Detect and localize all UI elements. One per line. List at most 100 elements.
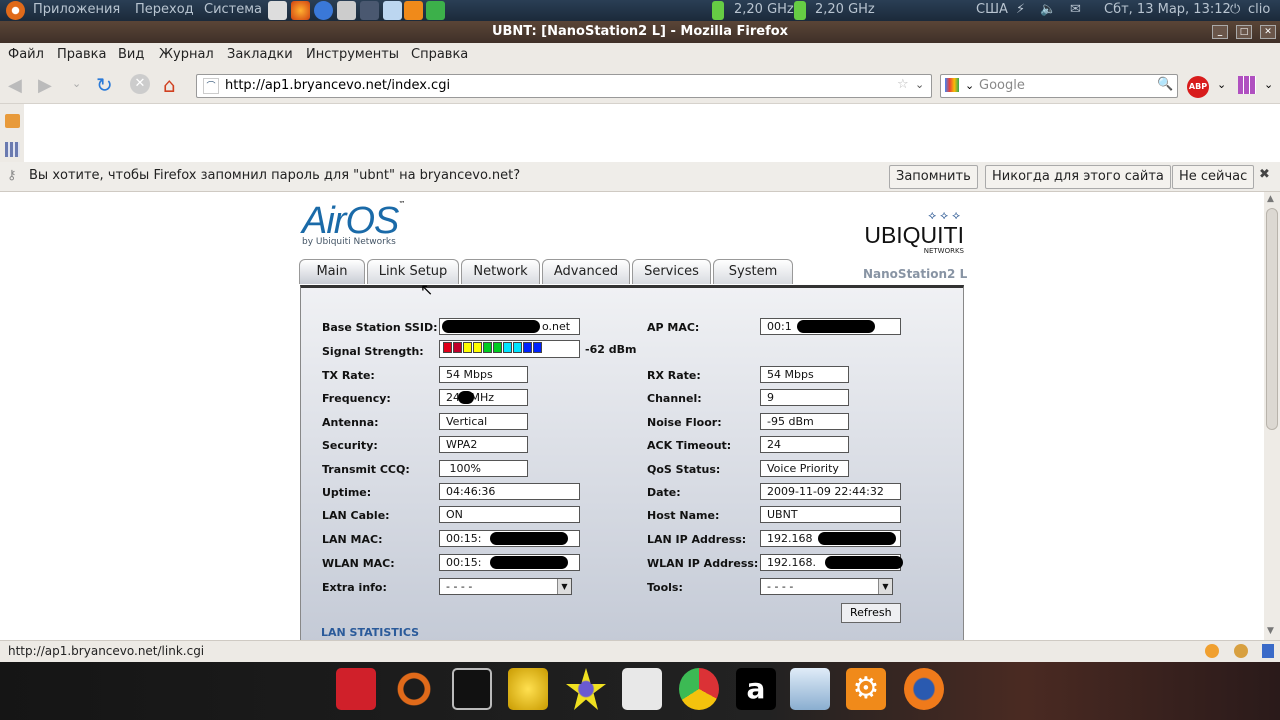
folder-icon[interactable] <box>5 114 20 128</box>
notification-text: Вы хотите, чтобы Firefox запомнил пароль… <box>29 168 521 183</box>
genie-lamp-icon[interactable] <box>508 668 548 710</box>
ubuntu-logo-icon[interactable] <box>6 1 25 20</box>
firefox-icon[interactable] <box>904 668 944 710</box>
speed-dial-dropdown-icon[interactable]: ⌄ <box>1264 78 1273 91</box>
redaction-mark <box>818 532 896 545</box>
greasemonkey-icon[interactable] <box>1234 644 1248 658</box>
network-icon[interactable]: ⚡ <box>1016 2 1025 17</box>
bookmark-star-icon[interactable]: ☆ <box>897 77 909 92</box>
back-icon[interactable]: ◀ <box>8 75 22 96</box>
gear-icon[interactable]: ⚙ <box>846 668 886 710</box>
maximize-button[interactable]: □ <box>1236 25 1252 39</box>
status-panel: Base Station SSID: o.net Signal Strength: T… <box>300 285 964 640</box>
history-dropdown-icon[interactable]: ⌄ <box>72 77 81 90</box>
vpn-icon[interactable] <box>360 1 379 20</box>
menu-view[interactable]: Вид <box>118 47 144 62</box>
remember-button[interactable]: Запомнить <box>889 165 978 189</box>
adblock-dropdown-icon[interactable]: ⌄ <box>1217 78 1226 91</box>
mail-icon[interactable]: ✉ <box>1070 2 1081 17</box>
speed-dial-icon[interactable] <box>1238 76 1256 94</box>
minimize-button[interactable]: _ <box>1212 25 1228 39</box>
scroll-down-icon[interactable]: ▼ <box>1267 626 1274 636</box>
grid-icon[interactable] <box>5 142 20 157</box>
left-field-label: Antenna: <box>322 416 379 429</box>
virtualbox-icon[interactable] <box>383 1 402 20</box>
help-icon[interactable] <box>314 1 333 20</box>
navigation-toolbar: ◀ ▶ ⌄ ↻ ✕ ⌂ ⌒ http://ap1.bryancevo.net/i… <box>0 68 1280 104</box>
volume-icon[interactable]: 🔈 <box>1040 2 1056 17</box>
status-bar: http://ap1.bryancevo.net/link.cgi <box>0 640 1280 662</box>
left-field-value: 54 Mbps <box>439 366 528 383</box>
search-box[interactable]: ⌄ Google 🔍 <box>940 74 1178 98</box>
menu-tools[interactable]: Инструменты <box>306 47 399 62</box>
menu-system[interactable]: Система <box>204 2 262 17</box>
search-input[interactable]: Google <box>979 78 1025 93</box>
field-value-text: 2009-11-09 22:44:32 <box>767 485 884 498</box>
right-field-value: 00:1 <box>760 318 901 335</box>
keyboard-layout[interactable]: США <box>976 2 1008 17</box>
right-dropdown[interactable]: - - - - ▼ <box>760 578 893 595</box>
menu-places[interactable]: Переход <box>135 2 194 17</box>
tab-system[interactable]: System <box>713 259 793 284</box>
menu-history[interactable]: Журнал <box>159 47 214 62</box>
virtualbox-icon[interactable] <box>790 668 830 710</box>
tab-advanced[interactable]: Advanced <box>542 259 630 284</box>
user-name[interactable]: clio <box>1248 2 1270 17</box>
menu-bar: Файл Правка Вид Журнал Закладки Инструме… <box>0 43 1280 68</box>
search-icon[interactable]: 🔍 <box>1157 77 1173 92</box>
field-value-text: Vertical <box>446 415 488 428</box>
right-field-label: Channel: <box>647 392 702 405</box>
chrome-icon[interactable] <box>679 668 719 710</box>
ubuntu-icon[interactable] <box>394 668 434 710</box>
shutdown-icon[interactable] <box>336 668 376 710</box>
addon-icon[interactable] <box>1205 644 1219 658</box>
chevron-down-icon[interactable]: ▼ <box>557 579 571 594</box>
gear-icon[interactable] <box>404 1 423 20</box>
url-text[interactable]: http://ap1.bryancevo.net/index.cgi <box>225 78 450 93</box>
amarok-icon[interactable]: a <box>736 668 776 710</box>
tab-network[interactable]: Network <box>461 259 540 284</box>
tab-main[interactable]: Main <box>299 259 365 284</box>
menu-file[interactable]: Файл <box>8 47 44 62</box>
engine-dropdown-icon[interactable]: ⌄ <box>965 79 974 92</box>
menu-help[interactable]: Справка <box>411 47 468 62</box>
clock[interactable]: Сбт, 13 Мар, 13:12 <box>1104 2 1231 17</box>
status-text: http://ap1.bryancevo.net/link.cgi <box>8 644 205 658</box>
scroll-up-icon[interactable]: ▲ <box>1267 194 1274 204</box>
adblock-icon[interactable]: ABP <box>1187 76 1209 98</box>
field-value-text: o.net <box>542 320 571 333</box>
menu-bookmarks[interactable]: Закладки <box>227 47 293 62</box>
scrollbar-thumb[interactable] <box>1266 208 1278 430</box>
home-icon[interactable]: ⌂ <box>163 73 176 97</box>
extension-icon[interactable] <box>1262 644 1274 658</box>
redaction-mark <box>490 556 568 569</box>
dock: a ⚙ <box>0 662 1280 720</box>
close-notification-icon[interactable]: ✖ <box>1259 167 1270 182</box>
never-for-site-button[interactable]: Никогда для этого сайта <box>985 165 1171 189</box>
url-dropdown-icon[interactable]: ⌄ <box>915 78 924 91</box>
left-dropdown[interactable]: - - - - ▼ <box>439 578 572 595</box>
terminal-icon[interactable] <box>452 668 492 710</box>
tab-link-setup[interactable]: Link Setup <box>367 259 459 284</box>
url-bar[interactable]: ⌒ http://ap1.bryancevo.net/index.cgi ☆ ⌄ <box>196 74 932 98</box>
google-engine-icon[interactable] <box>945 78 959 92</box>
chevron-down-icon[interactable]: ▼ <box>878 579 892 594</box>
forward-icon[interactable]: ▶ <box>38 75 52 96</box>
not-now-button[interactable]: Не сейчас <box>1172 165 1255 189</box>
printer-icon[interactable] <box>337 1 356 20</box>
menu-edit[interactable]: Правка <box>57 47 106 62</box>
stop-icon[interactable]: ✕ <box>130 74 150 94</box>
refresh-button[interactable]: Refresh <box>841 603 901 623</box>
mail-icon[interactable] <box>622 668 662 710</box>
settings-launcher-icon[interactable] <box>268 1 287 20</box>
power-icon[interactable]: ⏻ <box>1230 2 1240 17</box>
vertical-scrollbar[interactable]: ▲ ▼ <box>1264 192 1280 640</box>
close-window-button[interactable]: ✕ <box>1260 25 1276 39</box>
site-identity-icon[interactable]: ⌒ <box>203 78 219 94</box>
menu-applications[interactable]: Приложения <box>33 2 120 17</box>
star-icon[interactable] <box>566 668 606 710</box>
checkmark-icon[interactable] <box>426 1 445 20</box>
tab-services[interactable]: Services <box>632 259 711 284</box>
reload-icon[interactable]: ↻ <box>96 73 113 97</box>
firefox-launcher-icon[interactable] <box>291 1 310 20</box>
